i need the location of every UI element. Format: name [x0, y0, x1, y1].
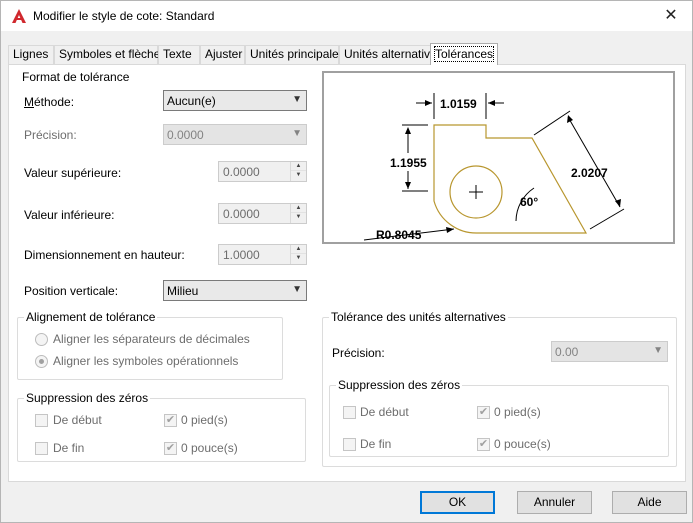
help-button[interactable]: Aide [612, 491, 687, 514]
precision-select[interactable]: 0.0000 ▼ [163, 124, 307, 145]
valeur-inferieure-spinner[interactable]: 0.0000 ▲ ▼ [218, 203, 307, 224]
chevron-down-icon: ▼ [292, 94, 302, 105]
tab-tolerances[interactable]: Tolérances [430, 43, 498, 65]
aligner-symboles-label: Aligner les symboles opérationnels [53, 354, 239, 368]
aligner-separateurs-label: Aligner les séparateurs de décimales [53, 332, 250, 346]
cancel-button[interactable]: Annuler [517, 491, 592, 514]
dimensionnement-hauteur-spinner[interactable]: 1.0000 ▲ ▼ [218, 244, 307, 265]
spin-down-icon[interactable]: ▼ [291, 254, 306, 263]
title-bar: Modifier le style de cote: Standard ✕ [1, 1, 692, 31]
part-outline [433, 124, 588, 234]
tab-unites-principales[interactable]: Unités principales [245, 45, 345, 64]
checkbox-de-fin[interactable] [35, 442, 48, 455]
autocad-app-icon [12, 9, 26, 23]
window-title: Modifier le style de cote: Standard [33, 9, 215, 23]
dialog-window: Modifier le style de cote: Standard ✕ Li… [0, 0, 693, 523]
chevron-down-icon: ▼ [292, 128, 302, 139]
methode-label: Méthode: [24, 95, 75, 109]
checkbox-0-pouces[interactable]: ✔ [164, 442, 177, 455]
position-verticale-select[interactable]: Milieu ▼ [163, 280, 307, 301]
angle-text: 60° [520, 195, 538, 209]
tab-panel-tolerances: Format de tolérance Méthode: Aucun(e) ▼ … [8, 64, 686, 482]
checkbox-alt-de-debut[interactable] [343, 406, 356, 419]
precision-label: Précision: [24, 128, 77, 142]
spin-down-icon[interactable]: ▼ [291, 171, 306, 180]
tab-ajuster[interactable]: Ajuster [200, 45, 245, 64]
alt-precision-select[interactable]: 0.00 ▼ [551, 341, 668, 362]
alt-precision-value: 0.00 [555, 345, 579, 359]
dimensionnement-hauteur-value: 1.0000 [223, 248, 260, 262]
alt-0-pouces-label: 0 pouce(s) [494, 437, 551, 451]
tab-unites-alternatives[interactable]: Unités alternatives [339, 45, 443, 64]
spin-up-icon[interactable]: ▲ [291, 245, 306, 254]
valeur-superieure-label: Valeur supérieure: [24, 166, 122, 180]
preview-drawing: 1.0159 1.1955 2.0207 60° R0.8045 [322, 71, 675, 244]
spin-up-icon[interactable]: ▲ [291, 204, 306, 213]
group-tolerance-alternatives: Tolérance des unités alternatives Précis… [322, 310, 677, 467]
alt-de-debut-label: De début [360, 405, 409, 419]
radius-text: R0.8045 [376, 228, 422, 242]
methode-label-rest: éthode: [34, 95, 75, 109]
tab-symboles-fleches[interactable]: Symboles et flèches [54, 45, 166, 64]
methode-select[interactable]: Aucun(e) ▼ [163, 90, 307, 111]
dim-left-text: 1.1955 [390, 156, 427, 170]
group-suppression-zeros-right: Suppression des zéros De début De fin ✔ … [329, 378, 669, 457]
spin-up-icon[interactable]: ▲ [291, 162, 306, 171]
alt-0-pieds-label: 0 pied(s) [494, 405, 541, 419]
valeur-superieure-value: 0.0000 [223, 165, 260, 179]
dim-top-text: 1.0159 [440, 97, 477, 111]
checkbox-0-pieds[interactable]: ✔ [164, 414, 177, 427]
group-zeros-right-title: Suppression des zéros [336, 378, 463, 392]
group-suppression-zeros-left: Suppression des zéros De début De fin ✔ … [17, 391, 306, 462]
dim-right-text: 2.0207 [571, 166, 608, 180]
precision-value: 0.0000 [167, 128, 204, 142]
checkbox-alt-0-pieds[interactable]: ✔ [477, 406, 490, 419]
checkbox-alt-0-pouces[interactable]: ✔ [477, 438, 490, 451]
group-zeros-left-title: Suppression des zéros [24, 391, 151, 405]
group-alt-title: Tolérance des unités alternatives [329, 310, 508, 324]
0-pouces-label: 0 pouce(s) [181, 441, 238, 455]
ok-button[interactable]: OK [420, 491, 495, 514]
checkbox-de-debut[interactable] [35, 414, 48, 427]
checkbox-alt-de-fin[interactable] [343, 438, 356, 451]
alt-precision-label: Précision: [332, 346, 385, 360]
0-pieds-label: 0 pied(s) [181, 413, 228, 427]
close-icon[interactable]: ✕ [660, 5, 682, 27]
tab-tolerances-label: Tolérances [433, 46, 495, 62]
de-debut-label: De début [53, 413, 102, 427]
de-fin-label: De fin [53, 441, 85, 455]
group-format-title: Format de tolérance [20, 70, 132, 84]
preview-svg: 1.0159 1.1955 2.0207 60° R0.8045 [363, 93, 625, 242]
valeur-inferieure-label: Valeur inférieure: [24, 208, 115, 222]
dimensionnement-hauteur-label: Dimensionnement en hauteur: [24, 248, 185, 262]
valeur-inferieure-value: 0.0000 [223, 207, 260, 221]
radio-aligner-separateurs[interactable] [35, 333, 48, 346]
radio-aligner-symboles[interactable] [35, 355, 48, 368]
tab-lignes[interactable]: Lignes [8, 45, 54, 64]
alt-de-fin-label: De fin [360, 437, 392, 451]
position-verticale-value: Milieu [167, 284, 199, 298]
chevron-down-icon: ▼ [653, 345, 663, 356]
spin-down-icon[interactable]: ▼ [291, 213, 306, 222]
position-verticale-label: Position verticale: [24, 284, 119, 298]
group-alignement: Alignement de tolérance Aligner les sépa… [17, 310, 283, 380]
methode-value: Aucun(e) [167, 94, 216, 108]
chevron-down-icon: ▼ [292, 284, 302, 295]
group-alignement-title: Alignement de tolérance [24, 310, 158, 324]
valeur-superieure-spinner[interactable]: 0.0000 ▲ ▼ [218, 161, 307, 182]
tab-texte[interactable]: Texte [158, 45, 200, 64]
